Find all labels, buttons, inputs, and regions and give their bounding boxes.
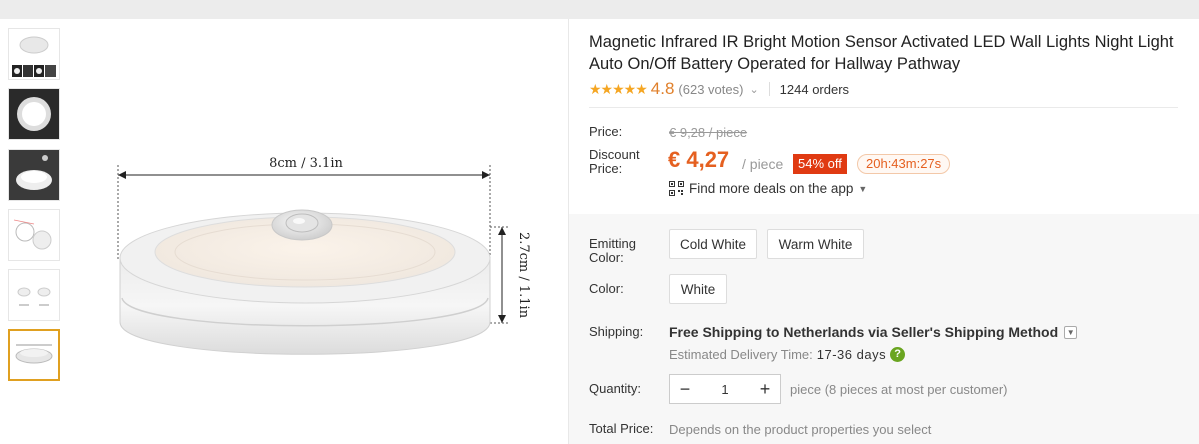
thumbnail-1-image — [9, 29, 59, 79]
option-white[interactable]: White — [669, 274, 727, 304]
quantity-note: piece (8 pieces at most per customer) — [790, 382, 1008, 397]
thumbnail-3[interactable] — [8, 149, 60, 201]
delivery-label: Estimated Delivery Time: — [669, 347, 813, 362]
quantity-stepper: − 1 + — [669, 374, 781, 404]
thumbnail-1[interactable] — [8, 28, 60, 80]
delivery-estimate: Estimated Delivery Time: 17-36 days ? — [669, 347, 906, 362]
original-price: € 9,28 / piece — [669, 125, 748, 140]
shipping-label: Shipping: — [589, 324, 644, 339]
orders-count: 1244 orders — [779, 81, 850, 97]
quantity-minus-button[interactable]: − — [670, 375, 700, 403]
qr-code-icon — [669, 181, 684, 196]
night-light-illustration: 8cm / 3.1in 2.7cm / 1.1in — [117, 156, 531, 355]
rating-separator — [768, 82, 770, 96]
quantity-input[interactable]: 1 — [700, 382, 750, 397]
rating-row: ★★★★★ 4.8 (623 votes) ⌄ 1244 orders — [589, 79, 849, 99]
thumbnail-6[interactable] — [8, 329, 60, 381]
price-unit: / piece — [742, 156, 784, 172]
emitting-color-label-line1: Emitting — [589, 236, 636, 251]
product-title: Magnetic Infrared IR Bright Motion Senso… — [589, 33, 1174, 73]
app-deals-text: Find more deals on the app — [689, 181, 854, 196]
main-product-image[interactable]: 8cm / 3.1in 2.7cm / 1.1in — [70, 30, 566, 438]
thumbnail-2[interactable] — [8, 88, 60, 140]
color-label: Color: — [589, 281, 624, 296]
thumbnail-6-image — [10, 331, 58, 379]
countdown-timer: 20h:43m:27s — [857, 154, 951, 174]
emitting-color-label-line2: Color: — [589, 250, 624, 265]
app-deals-link[interactable]: Find more deals on the app ▼ — [669, 181, 867, 196]
discount-price: € 4,27 — [668, 147, 730, 172]
shipping-text: Free Shipping to Netherlands via Seller'… — [669, 324, 1059, 340]
total-price-note: Depends on the product properties you se… — [669, 422, 932, 437]
caret-down-icon: ▼ — [858, 183, 868, 194]
height-dimension-label: 2.7cm / 1.1in — [516, 232, 531, 319]
rating-stars-icon: ★★★★★ — [589, 80, 648, 97]
quantity-label: Quantity: — [589, 381, 642, 396]
option-cold-white[interactable]: Cold White — [669, 229, 757, 259]
delivery-value: 17-36 days — [816, 347, 887, 362]
discount-price-label-line2: Price: — [589, 161, 623, 176]
thumbnail-4[interactable] — [8, 209, 60, 261]
price-label: Price: — [589, 124, 623, 139]
chevron-down-icon[interactable]: ⌄ — [749, 83, 758, 96]
thumbnail-5-image — [9, 270, 59, 320]
total-price-label: Total Price: — [589, 421, 654, 436]
thumbnail-3-image — [9, 150, 59, 200]
discount-price-label-line1: Discount — [589, 147, 640, 162]
option-warm-white[interactable]: Warm White — [767, 229, 864, 259]
discount-badge: 54% off — [793, 154, 847, 174]
shipping-method: Free Shipping to Netherlands via Seller'… — [669, 324, 1078, 340]
thumbnail-4-image — [9, 210, 59, 260]
help-icon[interactable]: ? — [890, 347, 906, 362]
width-dimension-label: 8cm / 3.1in — [269, 156, 343, 171]
rating-value: 4.8 — [650, 79, 675, 98]
shipping-dropdown-icon[interactable]: ▼ — [1064, 325, 1078, 339]
top-bar — [0, 0, 1199, 19]
thumbnail-2-image — [9, 89, 59, 139]
quantity-plus-button[interactable]: + — [750, 375, 780, 403]
title-divider — [589, 107, 1178, 108]
votes-link[interactable]: (623 votes) — [678, 82, 743, 97]
thumbnail-5[interactable] — [8, 269, 60, 321]
